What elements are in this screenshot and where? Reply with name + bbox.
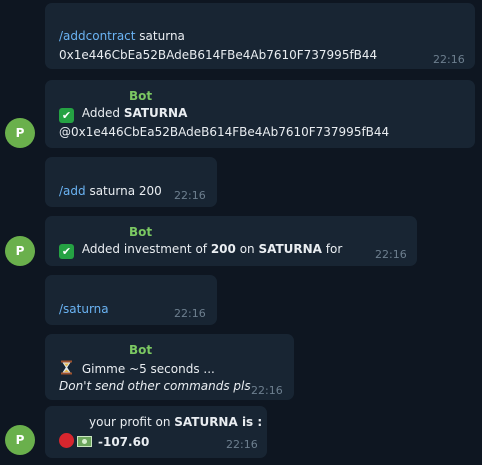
timestamp: 22:16	[174, 307, 206, 320]
sender-name[interactable]: Bot	[129, 225, 152, 239]
avatar[interactable]: P	[5, 118, 35, 148]
profit-line: -107.60	[59, 433, 149, 449]
message-bubble: Bot ✔ Added SATURNA @0x1e446CbEa52BAdeB6…	[45, 80, 475, 148]
timestamp: 22:16	[251, 384, 283, 397]
command-link[interactable]: /addcontract	[59, 29, 135, 43]
message-suffix: is :	[237, 415, 263, 429]
message-text: Gimme ~5 seconds ...	[59, 360, 215, 376]
command-argument: saturna 200	[85, 184, 162, 198]
command-link[interactable]: /add	[59, 184, 86, 198]
token-name: SATURNA	[123, 106, 188, 120]
message-connector: on	[235, 242, 259, 256]
avatar[interactable]: P	[5, 425, 35, 455]
sender-name[interactable]: Bot	[129, 343, 152, 357]
message-bubble: /addcontract saturna 0x1e446CbEa52BAdeB6…	[45, 3, 475, 69]
command-argument: saturna	[135, 29, 185, 43]
message-bubble: your profit on SATURNA is : -107.60 22:1…	[45, 406, 267, 458]
message-text: /addcontract saturna	[59, 29, 185, 43]
timestamp: 22:16	[226, 438, 258, 451]
check-mark-button-icon: ✔	[59, 244, 74, 259]
message-prefix: Added investment of	[78, 242, 211, 256]
command-link[interactable]: /saturna	[59, 302, 109, 316]
message-bubble: Bot Gimme ~5 seconds ... Don't send othe…	[45, 334, 294, 400]
message-text: ✔ Added investment of 200 on SATURNA for	[59, 242, 342, 259]
message-bubble: /saturna 22:16	[45, 275, 217, 325]
timestamp: 22:16	[375, 248, 407, 261]
investment-amount: 200	[210, 242, 236, 256]
token-name: SATURNA	[258, 242, 322, 256]
contract-address: @0x1e446CbEa52BAdeB614FBe4Ab7610F737995f…	[59, 125, 390, 139]
message-bubble: /add saturna 200 22:16	[45, 157, 217, 207]
message-prefix: Added	[78, 106, 124, 120]
check-mark-button-icon: ✔	[59, 108, 74, 123]
hourglass-icon	[61, 360, 72, 375]
message-text: ✔ Added SATURNA	[59, 106, 187, 123]
dollar-banknote-icon	[77, 436, 92, 447]
message-text: your profit on SATURNA is :	[89, 415, 262, 429]
avatar[interactable]: P	[5, 236, 35, 266]
message-bubble: Bot ✔ Added investment of 200 on SATURNA…	[45, 216, 417, 266]
message-text: /saturna	[59, 302, 109, 316]
message-suffix: for	[321, 242, 343, 256]
contract-address: 0x1e446CbEa52BAdeB614FBe4Ab7610F737995fB…	[59, 48, 378, 62]
token-name: SATURNA	[174, 415, 238, 429]
timestamp: 22:16	[433, 53, 465, 66]
message-line: Gimme ~5 seconds ...	[78, 362, 215, 376]
sender-name[interactable]: Bot	[129, 89, 152, 103]
profit-value: -107.60	[98, 435, 150, 449]
message-line-italic: Don't send other commands pls	[59, 379, 251, 393]
message-prefix: your profit on	[89, 415, 175, 429]
red-circle-icon	[59, 433, 74, 448]
timestamp: 22:16	[174, 189, 206, 202]
message-text: /add saturna 200	[59, 184, 162, 198]
